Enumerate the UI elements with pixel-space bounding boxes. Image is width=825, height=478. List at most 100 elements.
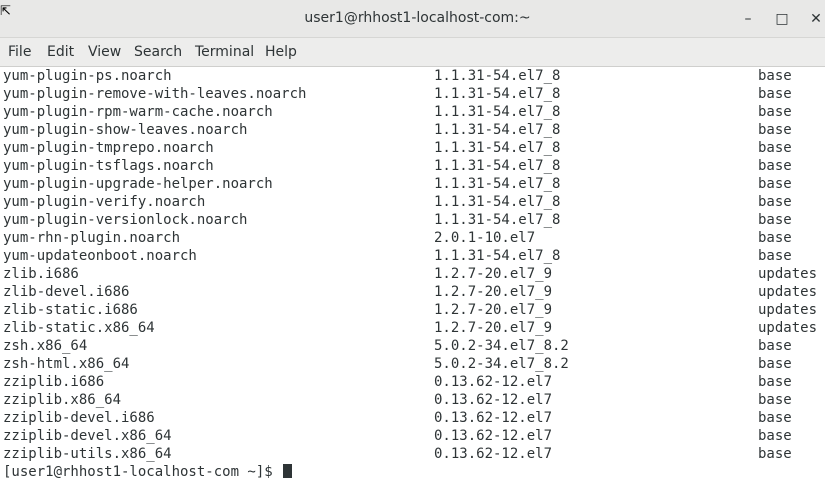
package-repo: base [758, 140, 792, 156]
package-row: zlib-static.x86_64 1.2.7-20.el7_9 updates [0, 319, 825, 337]
package-name: zziplib.i686 [3, 374, 105, 390]
package-repo: base [758, 374, 792, 390]
package-name: zsh-html.x86_64 [3, 356, 130, 372]
package-name: zlib-devel.i686 [3, 284, 130, 300]
package-repo: base [758, 356, 792, 372]
package-row: yum-rhn-plugin.noarch 2.0.1-10.el7 base [0, 229, 825, 247]
terminal-output[interactable]: yum-plugin-ps.noarch 1.1.31-54.el7_8 base y… [0, 67, 825, 478]
package-name: zlib.i686 [3, 266, 79, 282]
package-row: yum-plugin-versionlock.noarch 1.1.31-54.e… [0, 211, 825, 229]
package-version: 1.1.31-54.el7_8 [434, 68, 561, 84]
menu-view[interactable]: View [88, 44, 121, 60]
package-row: zlib.i686 1.2.7-20.el7_9 updates [0, 265, 825, 283]
package-name: zsh.x86_64 [3, 338, 88, 354]
package-name: yum-plugin-show-leaves.noarch [3, 122, 248, 138]
menu-terminal[interactable]: Terminal [195, 44, 254, 60]
package-repo: updates [758, 320, 818, 336]
package-row: zziplib.i686 0.13.62-12.el7 base [0, 373, 825, 391]
package-version: 5.0.2-34.el7_8.2 [434, 338, 569, 354]
shell-prompt[interactable]: [user1@rhhost1-localhost-com ~]$ [3, 463, 293, 478]
package-row: zziplib-devel.i686 0.13.62-12.el7 base [0, 409, 825, 427]
package-repo: base [758, 248, 792, 264]
package-version: 1.1.31-54.el7_8 [434, 194, 561, 210]
menu-search[interactable]: Search [134, 44, 182, 60]
package-repo: base [758, 428, 792, 444]
package-name: zziplib-utils.x86_64 [3, 446, 172, 462]
package-repo: base [758, 392, 792, 408]
prompt-text: [user1@rhhost1-localhost-com ~]$ [3, 464, 282, 478]
package-row: yum-plugin-verify.noarch 1.1.31-54.el7_8 b… [0, 193, 825, 211]
package-version: 2.0.1-10.el7 [434, 230, 536, 246]
package-repo: base [758, 338, 792, 354]
package-version: 1.1.31-54.el7_8 [434, 140, 561, 156]
package-version: 0.13.62-12.el7 [434, 374, 553, 390]
package-row: yum-plugin-tsflags.noarch 1.1.31-54.el7_8… [0, 157, 825, 175]
window-title: user1@rhhost1-localhost-com:~ [304, 10, 531, 26]
close-button[interactable]: ✕ [806, 9, 825, 29]
menu-file[interactable]: File [8, 44, 31, 60]
package-name: yum-plugin-upgrade-helper.noarch [3, 176, 273, 192]
package-row: yum-plugin-show-leaves.noarch 1.1.31-54.e… [0, 121, 825, 139]
package-repo: updates [758, 302, 818, 318]
package-repo: base [758, 104, 792, 120]
package-row: yum-plugin-rpm-warm-cache.noarch 1.1.31-5… [0, 103, 825, 121]
package-row: yum-updateonboot.noarch 1.1.31-54.el7_8 ba… [0, 247, 825, 265]
title-bar: ⇱ user1@rhhost1-localhost-com:~ – □ ✕ [0, 0, 825, 38]
package-repo: base [758, 158, 792, 174]
package-repo: updates [758, 284, 818, 300]
package-row: yum-plugin-remove-with-leaves.noarch 1.1.… [0, 85, 825, 103]
package-repo: base [758, 122, 792, 138]
package-row: yum-plugin-ps.noarch 1.1.31-54.el7_8 base [0, 67, 825, 85]
package-name: zlib-static.x86_64 [3, 320, 155, 336]
package-row: zziplib.x86_64 0.13.62-12.el7 base [0, 391, 825, 409]
package-name: zziplib-devel.i686 [3, 410, 155, 426]
package-name: zziplib.x86_64 [3, 392, 122, 408]
package-name: yum-updateonboot.noarch [3, 248, 197, 264]
package-repo: base [758, 86, 792, 102]
package-row: zlib-static.i686 1.2.7-20.el7_9 updates [0, 301, 825, 319]
package-version: 0.13.62-12.el7 [434, 392, 553, 408]
package-row: yum-plugin-upgrade-helper.noarch 1.1.31-5… [0, 175, 825, 193]
menu-bar: File Edit View Search Terminal Help [0, 38, 825, 67]
package-name: yum-plugin-versionlock.noarch [3, 212, 248, 228]
package-row: zziplib-utils.x86_64 0.13.62-12.el7 base [0, 445, 825, 463]
package-version: 1.2.7-20.el7_9 [434, 284, 553, 300]
package-version: 1.1.31-54.el7_8 [434, 176, 561, 192]
package-row: zlib-devel.i686 1.2.7-20.el7_9 updates [0, 283, 825, 301]
package-repo: updates [758, 266, 818, 282]
package-version: 1.2.7-20.el7_9 [434, 266, 553, 282]
package-version: 0.13.62-12.el7 [434, 410, 553, 426]
package-row: zsh-html.x86_64 5.0.2-34.el7_8.2 base [0, 355, 825, 373]
package-repo: base [758, 410, 792, 426]
package-row: yum-plugin-tmprepo.noarch 1.1.31-54.el7_8… [0, 139, 825, 157]
package-version: 1.1.31-54.el7_8 [434, 248, 561, 264]
package-version: 1.2.7-20.el7_9 [434, 302, 553, 318]
text-cursor [283, 464, 293, 478]
package-repo: base [758, 230, 792, 246]
maximize-button[interactable]: □ [772, 9, 792, 29]
package-repo: base [758, 176, 792, 192]
package-version: 1.1.31-54.el7_8 [434, 104, 561, 120]
package-name: zziplib-devel.x86_64 [3, 428, 172, 444]
package-name: yum-plugin-rpm-warm-cache.noarch [3, 104, 273, 120]
package-version: 0.13.62-12.el7 [434, 446, 553, 462]
package-name: yum-plugin-verify.noarch [3, 194, 206, 210]
menu-edit[interactable]: Edit [47, 44, 74, 60]
package-version: 1.1.31-54.el7_8 [434, 86, 561, 102]
minimize-button[interactable]: – [738, 9, 758, 29]
package-repo: base [758, 446, 792, 462]
package-name: yum-rhn-plugin.noarch [3, 230, 181, 246]
package-repo: base [758, 212, 792, 228]
package-repo: base [758, 194, 792, 210]
menu-help[interactable]: Help [265, 44, 297, 60]
package-version: 5.0.2-34.el7_8.2 [434, 356, 569, 372]
package-name: yum-plugin-ps.noarch [3, 68, 172, 84]
package-row: zziplib-devel.x86_64 0.13.62-12.el7 base [0, 427, 825, 445]
package-repo: base [758, 68, 792, 84]
package-name: yum-plugin-remove-with-leaves.noarch [3, 86, 307, 102]
package-version: 1.1.31-54.el7_8 [434, 212, 561, 228]
package-name: zlib-static.i686 [3, 302, 138, 318]
package-version: 1.1.31-54.el7_8 [434, 158, 561, 174]
package-name: yum-plugin-tsflags.noarch [3, 158, 214, 174]
package-version: 0.13.62-12.el7 [434, 428, 553, 444]
